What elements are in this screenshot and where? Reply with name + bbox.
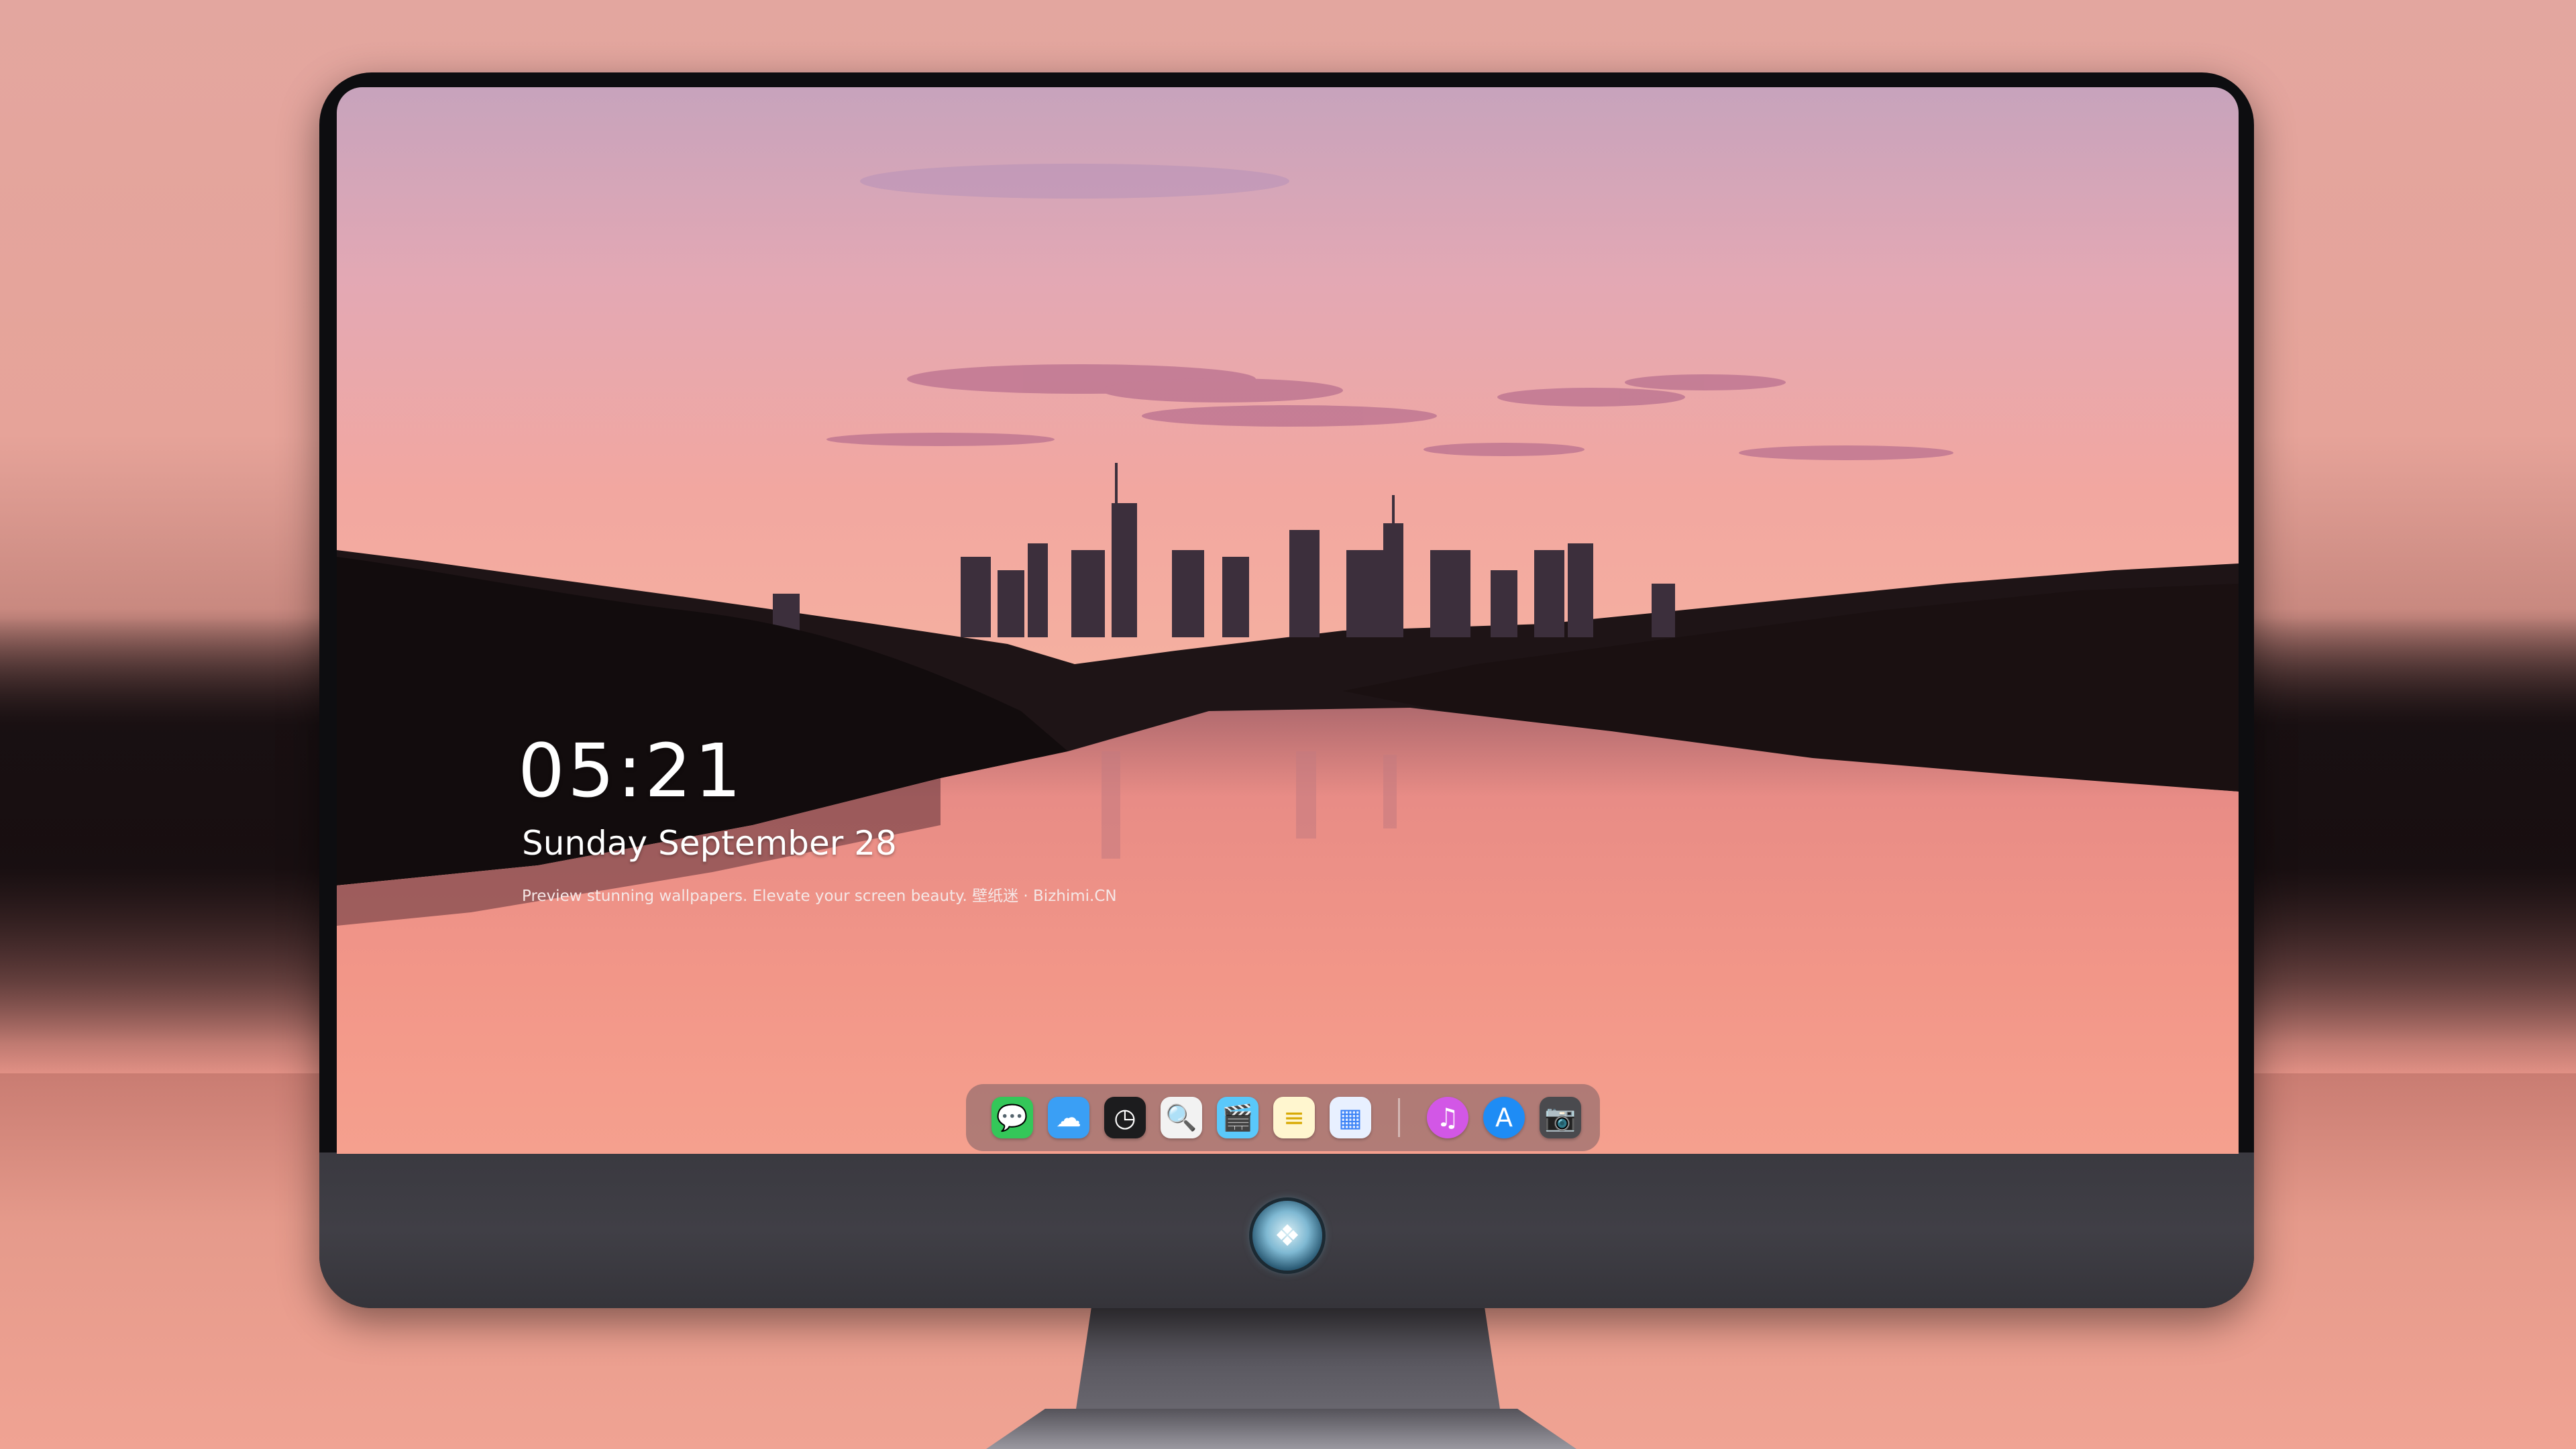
preview-icon[interactable]: 🔍 xyxy=(1161,1097,1202,1138)
app-store-icon[interactable]: A xyxy=(1483,1097,1525,1138)
lock-screen-time: 05:21 xyxy=(518,728,745,814)
camera-icon[interactable]: 📷 xyxy=(1540,1097,1581,1138)
lock-screen-tagline: Preview stunning wallpapers. Elevate you… xyxy=(522,888,1117,905)
dock: 💬 ☁ ◷ 🔍 🎬 ≡ ▦ ♫ A 📷 xyxy=(966,1084,1600,1151)
messages-icon[interactable]: 💬 xyxy=(991,1097,1033,1138)
notes-icon[interactable]: ≡ xyxy=(1273,1097,1315,1138)
dock-separator xyxy=(1398,1098,1400,1137)
weather-icon[interactable]: ☁ xyxy=(1048,1097,1089,1138)
clock-icon[interactable]: ◷ xyxy=(1104,1097,1146,1138)
lock-screen-date: Sunday September 28 xyxy=(522,824,897,863)
desktop-screen: 05:21 Sunday September 28 Preview stunni… xyxy=(337,87,2239,1154)
wallpaper xyxy=(337,87,2239,1154)
itunes-icon[interactable]: ♫ xyxy=(1427,1097,1468,1138)
monitor-stand-base xyxy=(986,1409,1576,1449)
clapper-icon[interactable]: 🎬 xyxy=(1217,1097,1258,1138)
photo-booth-icon[interactable]: ▦ xyxy=(1330,1097,1371,1138)
mascot-badge-icon: ❖ xyxy=(1252,1201,1322,1271)
